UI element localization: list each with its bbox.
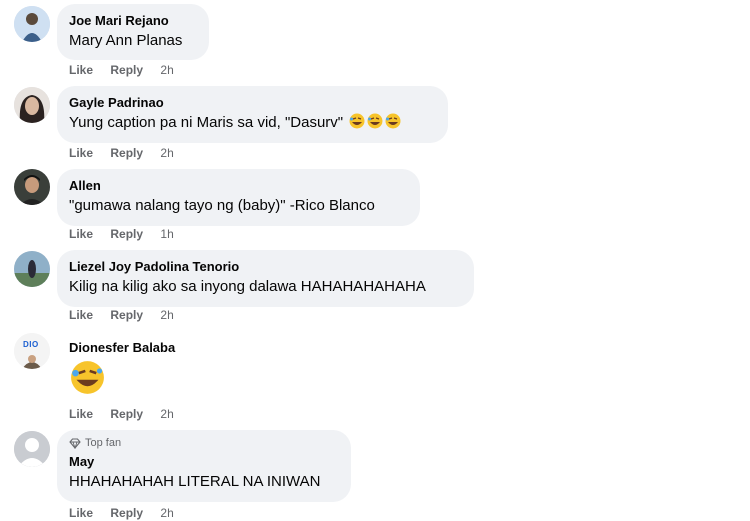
like-button[interactable]: Like — [69, 506, 93, 520]
comment-text: "gumawa nalang tayo ng (baby)" -Rico Bla… — [69, 197, 375, 214]
avatar[interactable] — [14, 431, 50, 467]
comment-bubble: Top fan May HHAHAHAHAH LITERAL NA INIWAN — [57, 430, 351, 502]
top-fan-label: Top fan — [85, 437, 122, 449]
comment-actions: Like Reply 2h — [69, 506, 188, 520]
comment-bubble: Allen "gumawa nalang tayo ng (baby)" -Ri… — [57, 169, 420, 226]
comment-bubble: Gayle Padrinao Yung caption pa ni Maris … — [57, 86, 448, 143]
comment-text: Kilig na kilig ako sa inyong dalawa HAHA… — [69, 278, 426, 295]
comment-bubble: Joe Mari Rejano Mary Ann Planas — [57, 4, 209, 60]
like-button[interactable]: Like — [69, 146, 93, 160]
reply-button[interactable]: Reply — [110, 506, 143, 520]
comment-text: Yung caption pa ni Maris sa vid, "Dasurv… — [69, 114, 344, 131]
rofl-emoji-icon — [367, 113, 383, 135]
comment-actions: Like Reply 2h — [69, 146, 188, 160]
rofl-emoji-icon — [349, 113, 365, 135]
reply-button[interactable]: Reply — [110, 63, 143, 77]
avatar-photo-icon — [14, 169, 50, 205]
like-button[interactable]: Like — [69, 308, 93, 322]
commenter-name[interactable]: Allen — [69, 177, 408, 194]
comment-actions: Like Reply 2h — [69, 63, 188, 77]
comment-text: Mary Ann Planas — [69, 32, 183, 49]
timestamp[interactable]: 2h — [160, 308, 173, 322]
avatar-photo-icon — [14, 333, 50, 369]
like-button[interactable]: Like — [69, 227, 93, 241]
timestamp[interactable]: 2h — [160, 146, 173, 160]
reply-button[interactable]: Reply — [110, 407, 143, 421]
like-button[interactable]: Like — [69, 63, 93, 77]
like-button[interactable]: Like — [69, 407, 93, 421]
timestamp[interactable]: 2h — [160, 63, 173, 77]
commenter-name[interactable]: Liezel Joy Padolina Tenorio — [69, 258, 462, 275]
avatar-photo-icon — [14, 6, 50, 42]
comment-bubble: Liezel Joy Padolina Tenorio Kilig na kil… — [57, 250, 474, 307]
timestamp[interactable]: 1h — [160, 227, 173, 241]
diamond-icon — [69, 438, 81, 449]
avatar[interactable] — [14, 6, 50, 42]
avatar-photo-icon — [14, 251, 50, 287]
timestamp[interactable]: 2h — [160, 506, 173, 520]
avatar-badge-text: DIO — [23, 340, 39, 349]
commenter-name[interactable]: Dionesfer Balaba — [69, 340, 175, 355]
comment-actions: Like Reply 1h — [69, 227, 188, 241]
commenter-name[interactable]: May — [69, 453, 339, 470]
comment-actions: Like Reply 2h — [69, 407, 188, 421]
comment-text: HHAHAHAHAH LITERAL NA INIWAN — [69, 473, 321, 490]
avatar[interactable] — [14, 169, 50, 205]
rofl-emoji-icon — [385, 113, 401, 135]
comment-actions: Like Reply 2h — [69, 308, 188, 322]
reply-button[interactable]: Reply — [110, 308, 143, 322]
avatar[interactable] — [14, 87, 50, 123]
reply-button[interactable]: Reply — [110, 227, 143, 241]
commenter-name[interactable]: Gayle Padrinao — [69, 94, 436, 111]
avatar[interactable] — [14, 333, 50, 369]
timestamp[interactable]: 2h — [160, 407, 173, 421]
default-avatar-icon — [14, 431, 50, 467]
top-fan-badge: Top fan — [69, 437, 339, 450]
rofl-emoji-icon — [70, 360, 105, 400]
reply-button[interactable]: Reply — [110, 146, 143, 160]
avatar-photo-icon — [14, 87, 50, 123]
avatar[interactable] — [14, 251, 50, 287]
commenter-name[interactable]: Joe Mari Rejano — [69, 12, 197, 29]
